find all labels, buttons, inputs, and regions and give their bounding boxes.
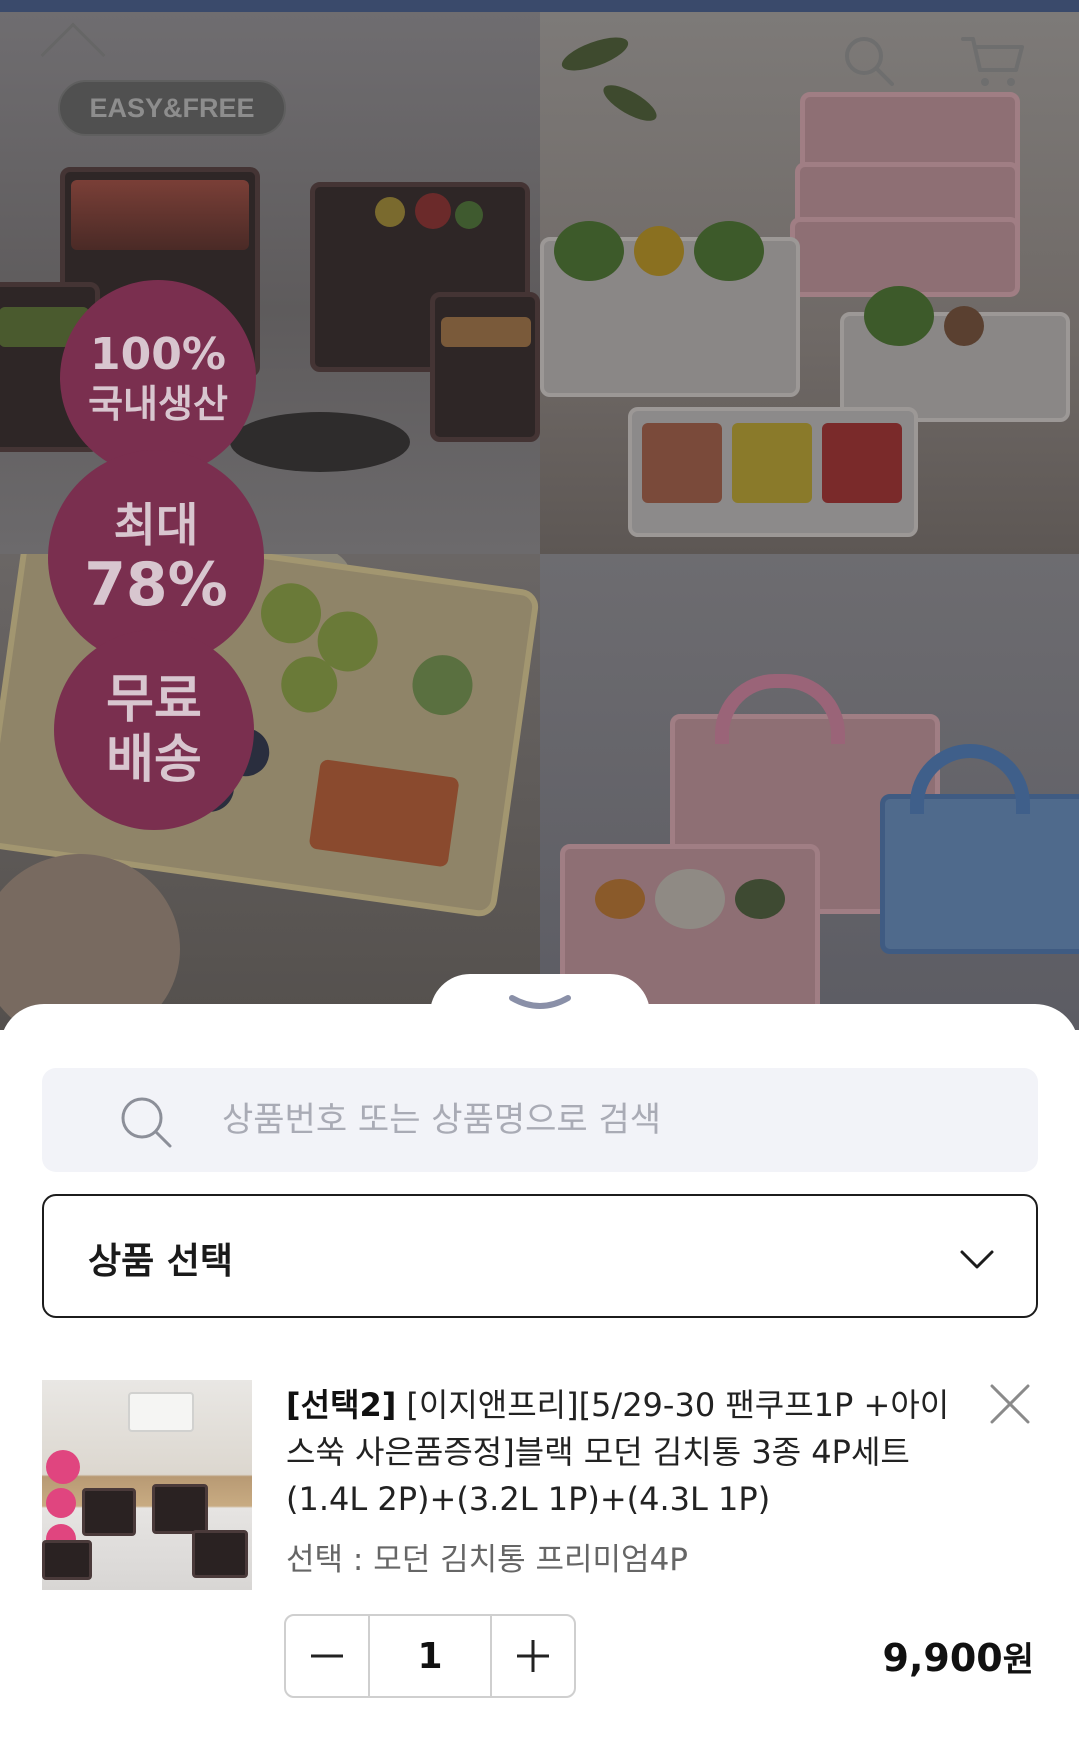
- product-select-label: 상품 선택: [88, 1241, 234, 1282]
- brand-logo[interactable]: EASY&FREE: [58, 80, 286, 136]
- container-photo: [628, 407, 918, 537]
- product-select-dropdown[interactable]: 상품 선택: [42, 1194, 1038, 1318]
- chevron-down-icon: [960, 1250, 994, 1269]
- product-title: [선택2] [이지앤프리][5/29-30 팬쿠프1P +아이스쑥 사은품증정]블…: [286, 1382, 956, 1523]
- badge-domestic-production: 100% 국내생산: [60, 280, 256, 476]
- container-photo: [540, 221, 800, 397]
- hero-banner: EASY&FREE 100% 국내생산 최대 78% 무료 배송: [0, 0, 1079, 1030]
- item-price: 9,900원: [883, 1632, 1034, 1681]
- hero-photo-white-containers: [540, 12, 1079, 554]
- chevron-down-icon[interactable]: [508, 994, 572, 1014]
- cart-icon[interactable]: [960, 34, 1026, 90]
- product-option-sheet: 상품 선택 [선택2][이지앤프리][5/29-30 팬쿠프1P +아이스쑥 사…: [0, 974, 1079, 1738]
- container-photo: [790, 217, 1020, 297]
- product-thumbnail: [42, 1380, 252, 1590]
- minus-icon: [311, 1654, 343, 1658]
- status-bar: [0, 0, 1079, 12]
- quantity-value[interactable]: 1: [368, 1616, 492, 1696]
- badge-free-shipping: 무료 배송: [54, 630, 254, 830]
- container-photo: [430, 292, 540, 442]
- option-tag: [선택2]: [286, 1386, 397, 1424]
- plate-photo: [230, 412, 410, 472]
- hero-photo-lunch-boxes: [540, 554, 1079, 1030]
- search-icon: [121, 1097, 172, 1148]
- decrease-quantity-button[interactable]: [286, 1616, 368, 1696]
- selected-option-text: 선택 : 모던 김치통 프리미엄4P: [286, 1542, 688, 1578]
- price-unit: 원: [1002, 1640, 1034, 1680]
- container-photo: [880, 794, 1079, 954]
- plus-icon: [517, 1640, 549, 1672]
- selected-product-item: [선택2] [이지앤프리][5/29-30 팬쿠프1P +아이스쑥 사은품증정]블…: [42, 1380, 1038, 1700]
- product-search-box: [42, 1068, 1038, 1172]
- price-number: 9,900: [882, 1636, 1003, 1680]
- increase-quantity-button[interactable]: [492, 1616, 574, 1696]
- thumbnail-oven-shape: [128, 1392, 194, 1432]
- search-icon[interactable]: [842, 34, 896, 88]
- search-input[interactable]: [222, 1092, 982, 1148]
- container-photo: [840, 286, 1070, 422]
- quantity-stepper: 1: [284, 1614, 576, 1698]
- close-icon[interactable]: [988, 1382, 1032, 1426]
